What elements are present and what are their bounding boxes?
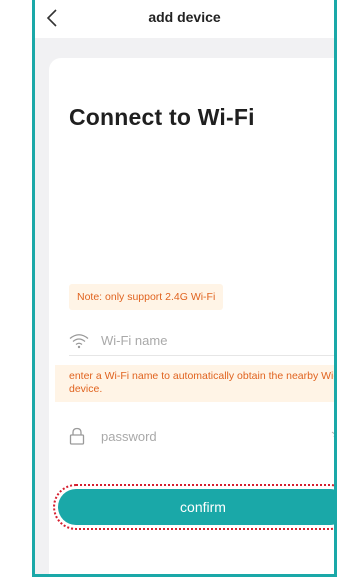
wifi-icon <box>69 332 91 350</box>
confirm-button[interactable]: confirm <box>58 489 334 525</box>
card-heading: Connect to Wi-Fi <box>69 104 255 130</box>
page-title: add device <box>148 9 221 25</box>
top-bar: add device <box>35 0 334 38</box>
lock-icon <box>69 427 91 445</box>
password-row <box>69 421 337 451</box>
wifi-hint: enter a Wi-Fi name to automatically obta… <box>55 365 334 402</box>
wifi-card: Connect to Wi-Fi Note: only support 2.4G… <box>49 58 337 574</box>
password-input[interactable] <box>101 428 321 444</box>
wifi-name-row <box>69 326 334 356</box>
wifi-note: Note: only support 2.4G Wi-Fi <box>69 284 224 310</box>
phone-screen: add device Connect to Wi-Fi Note: only s… <box>32 0 337 577</box>
eye-closed-icon[interactable] <box>331 430 337 440</box>
wifi-name-input[interactable] <box>101 333 321 348</box>
confirm-highlight: confirm <box>53 484 334 530</box>
